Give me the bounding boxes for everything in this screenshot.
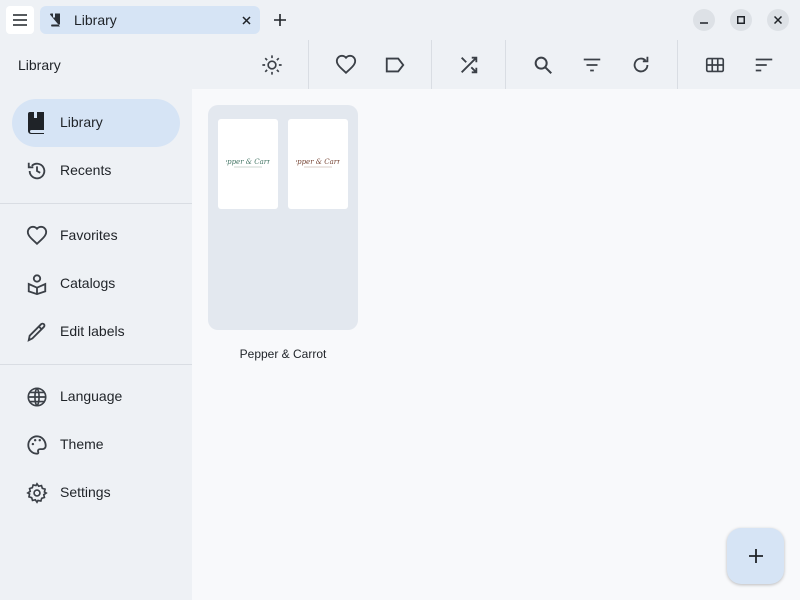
sidebar-item-catalogs[interactable]: Catalogs (12, 260, 180, 308)
filter-button[interactable] (579, 52, 605, 78)
minimize-button[interactable] (693, 9, 715, 31)
new-tab-button[interactable] (268, 8, 292, 32)
sidebar-item-settings[interactable]: Settings (12, 469, 180, 517)
search-button[interactable] (530, 52, 556, 78)
book-cover[interactable]: Pepper & Carrot (288, 119, 348, 209)
toolbar-divider (505, 40, 506, 89)
add-book-button[interactable] (727, 528, 784, 584)
theme-toggle-button[interactable] (259, 52, 285, 78)
sidebar-item-edit-labels[interactable]: Edit labels (12, 308, 180, 356)
shuffle-icon (461, 56, 478, 74)
sort-icon (755, 58, 773, 72)
sidebar-item-label: Language (60, 388, 123, 404)
book-cover-logo: Pepper & Carrot (296, 158, 340, 168)
favorites-filter-button[interactable] (333, 52, 359, 78)
sidebar-item-label: Theme (60, 436, 104, 452)
plus-icon (274, 14, 286, 26)
book-icon (25, 111, 49, 135)
close-icon (774, 16, 782, 24)
sidebar-item-recents[interactable]: Recents (12, 147, 180, 195)
gear-icon (25, 481, 49, 505)
tab-library[interactable]: Library (40, 6, 260, 34)
catalog-card[interactable]: Pepper & Carrot Pepper & Carrot (208, 105, 358, 330)
sidebar-item-label: Recents (60, 162, 112, 178)
heart-icon (25, 224, 49, 248)
search-icon (534, 56, 552, 74)
tab-close-button[interactable] (238, 12, 254, 28)
toolbar-divider (308, 40, 309, 89)
catalog-icon (25, 272, 49, 296)
globe-icon (25, 385, 49, 409)
sidebar-divider (0, 364, 192, 365)
book-cover[interactable]: Pepper & Carrot (218, 119, 278, 209)
heart-icon (335, 54, 357, 75)
sidebar-item-label: Settings (60, 484, 111, 500)
labels-filter-button[interactable] (382, 52, 408, 78)
toolbar-divider (677, 40, 678, 89)
title-bar: Library (0, 0, 800, 40)
pencil-icon (25, 320, 49, 344)
refresh-icon (633, 56, 649, 73)
maximize-icon (737, 16, 745, 24)
close-window-button[interactable] (767, 9, 789, 31)
plus-icon (748, 549, 763, 563)
label-icon (385, 57, 405, 73)
palette-icon (25, 433, 49, 457)
sidebar-item-label: Library (60, 114, 103, 130)
sidebar-item-library[interactable]: Library (12, 99, 180, 147)
catalog-title: Pepper & Carrot (239, 347, 327, 361)
page-title: Library (18, 57, 61, 73)
sidebar-item-theme[interactable]: Theme (12, 421, 180, 469)
toolbar-divider (431, 40, 432, 89)
refresh-button[interactable] (628, 52, 654, 78)
book-icon (50, 13, 60, 27)
close-icon (241, 15, 251, 25)
view-mode-button[interactable] (702, 52, 728, 78)
history-icon (25, 159, 49, 183)
cover-title: Pepper & Carrot (226, 158, 270, 166)
sidebar-item-language[interactable]: Language (12, 373, 180, 421)
shuffle-button[interactable] (456, 52, 482, 78)
maximize-button[interactable] (730, 9, 752, 31)
filter-icon (583, 58, 601, 72)
sort-button[interactable] (751, 52, 777, 78)
hamburger-icon (13, 14, 27, 26)
menu-button[interactable] (6, 6, 34, 34)
sidebar: Library Recents Favorites Catalogs Edit … (0, 89, 192, 600)
grid-icon (705, 57, 725, 73)
book-cover-logo: Pepper & Carrot (226, 158, 270, 168)
library-content: Pepper & Carrot Pepper & Carrot Pepper &… (192, 89, 800, 600)
minimize-icon (700, 22, 708, 24)
sidebar-item-favorites[interactable]: Favorites (12, 212, 180, 260)
tab-title: Library (74, 12, 117, 28)
sidebar-item-label: Favorites (60, 227, 118, 243)
sidebar-item-label: Edit labels (60, 323, 125, 339)
sidebar-item-label: Catalogs (60, 275, 116, 291)
sidebar-divider (0, 203, 192, 204)
cover-title: Pepper & Carrot (296, 158, 340, 166)
toolbar: Library (0, 40, 800, 89)
brightness-icon (262, 55, 282, 75)
